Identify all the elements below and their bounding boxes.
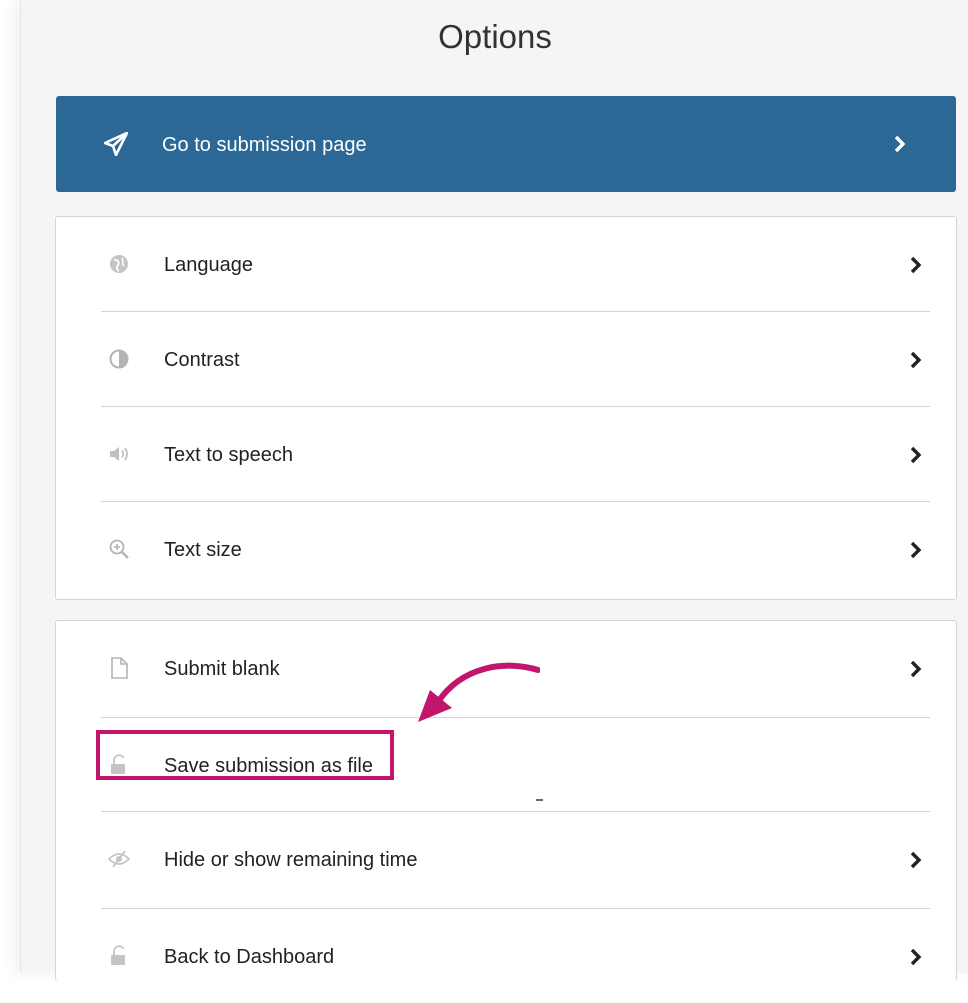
globe-icon (108, 253, 130, 275)
zoom-icon (108, 538, 130, 560)
chevron-right-icon (910, 660, 922, 678)
back-to-dashboard-label: Back to Dashboard (164, 946, 335, 968)
hide-show-time-label: Hide or show remaining time (164, 849, 418, 871)
chevron-right-icon (910, 351, 922, 369)
language-label: Language (164, 254, 253, 276)
hide-show-time-item[interactable]: Hide or show remaining time (56, 812, 956, 906)
contrast-icon (108, 348, 130, 370)
contrast-label: Contrast (164, 349, 240, 371)
go-to-submission-label: Go to submission page (162, 134, 367, 156)
highlight-box (96, 730, 394, 780)
chevron-right-icon (910, 948, 922, 966)
text-to-speech-item[interactable]: Text to speech (56, 407, 956, 501)
chevron-right-icon (910, 446, 922, 464)
settings-group: Language Contrast Text to speech Text si… (55, 216, 957, 600)
blank-page-icon (108, 657, 130, 679)
text-size-item[interactable]: Text size (56, 502, 956, 596)
dialog-title: Options (438, 18, 552, 55)
contrast-item[interactable]: Contrast (56, 312, 956, 406)
speaker-icon (108, 443, 130, 465)
eye-slash-icon (107, 848, 131, 870)
back-to-dashboard-item[interactable]: Back to Dashboard (56, 909, 956, 1003)
annotation-arrow-icon (418, 662, 540, 722)
paper-plane-icon (103, 131, 129, 157)
chevron-right-icon (894, 135, 906, 153)
language-item[interactable]: Language (56, 217, 956, 311)
smudge-mark (536, 799, 543, 801)
options-panel: Options Go to submission page Language C… (20, 0, 968, 981)
unlock-icon (108, 945, 130, 967)
go-to-submission-button[interactable]: Go to submission page (56, 96, 956, 192)
chevron-right-icon (910, 851, 922, 869)
text-to-speech-label: Text to speech (164, 444, 293, 466)
submit-blank-label: Submit blank (164, 658, 280, 680)
text-size-label: Text size (164, 539, 242, 561)
chevron-right-icon (910, 541, 922, 559)
chevron-right-icon (910, 256, 922, 274)
